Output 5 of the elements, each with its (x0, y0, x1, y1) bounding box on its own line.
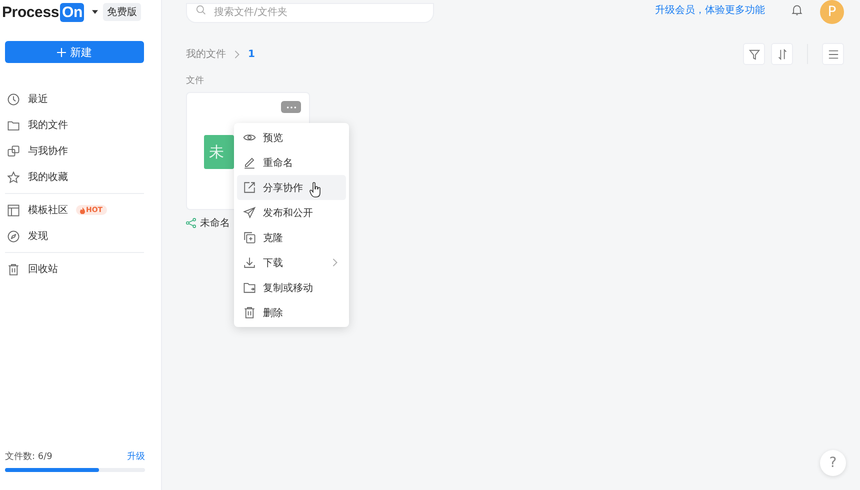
section-label: 文件 (186, 74, 204, 87)
thumbnail-text: 未 (209, 142, 224, 162)
file-count: 文件数: 6/9 (5, 450, 52, 463)
plan-badge: 免费版 (103, 3, 141, 21)
breadcrumb-current: 1 (248, 48, 255, 60)
